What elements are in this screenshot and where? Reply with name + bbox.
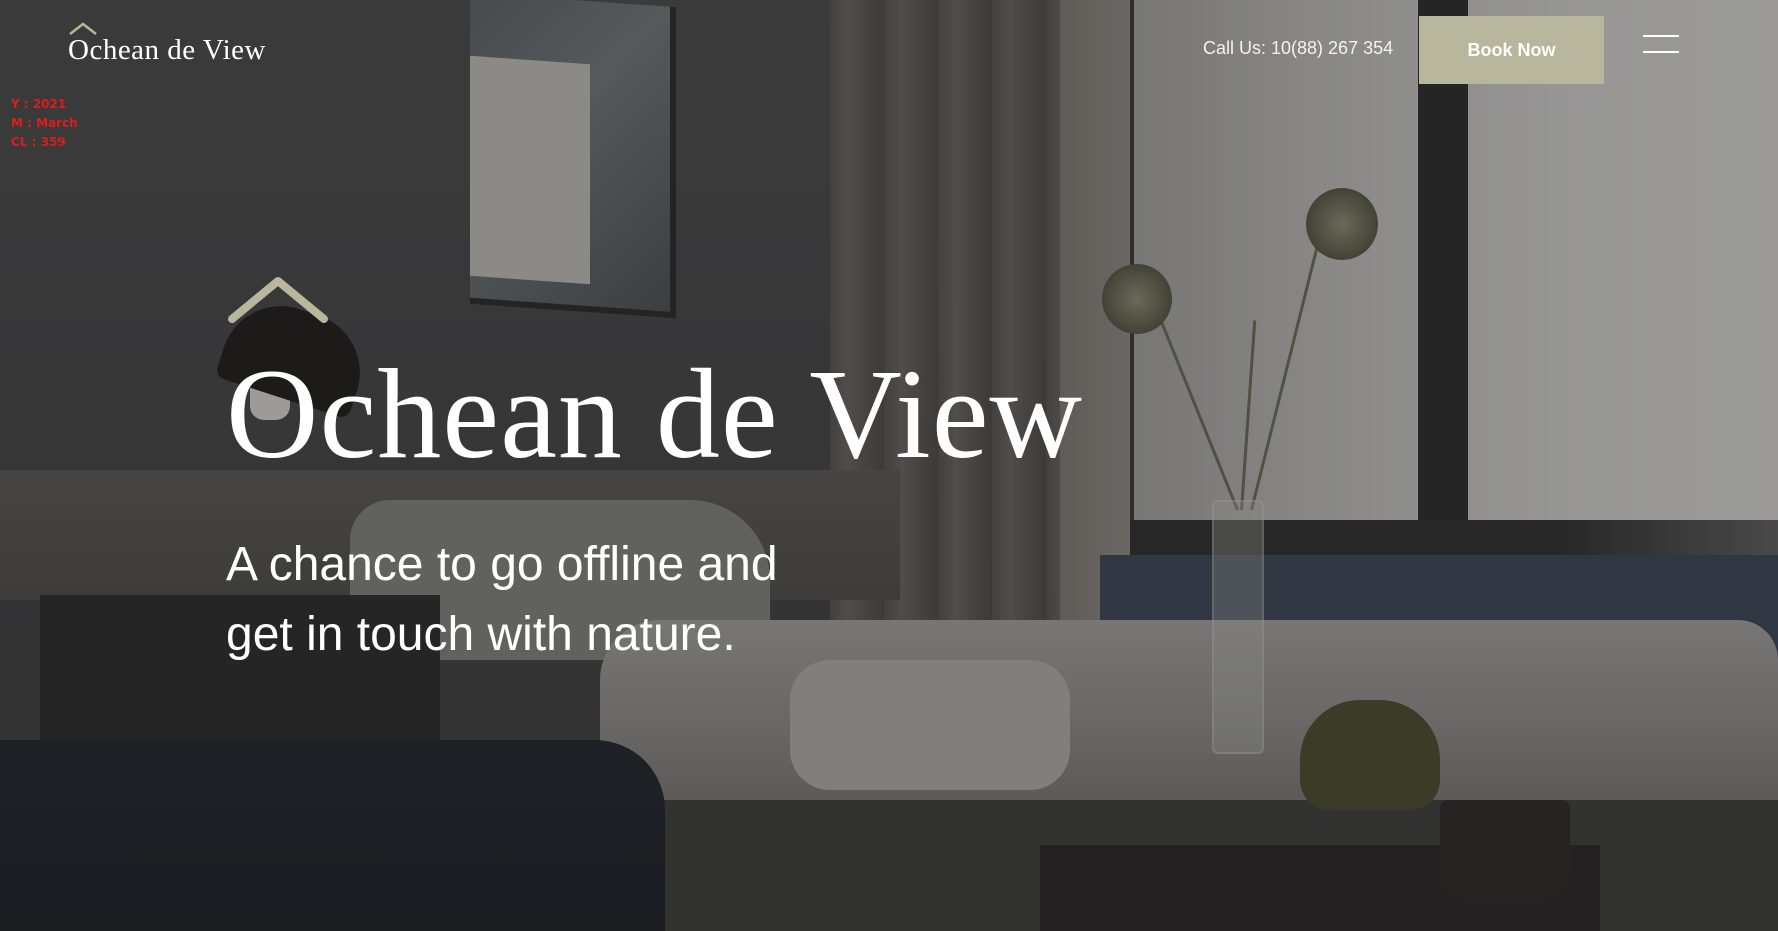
site-logo[interactable]: Ochean de View [68,20,266,67]
hero-section: Ochean de View Y : 2021 M : March CL : 3… [0,0,1778,931]
roof-chevron-icon [228,277,328,323]
phone-link[interactable]: Call Us: 10(88) 267 354 [1203,38,1393,59]
hero-title: Ochean de View [226,343,1083,485]
stamp-month: M : March [11,116,78,130]
site-logo-text: Ochean de View [68,34,266,66]
book-now-button[interactable]: Book Now [1419,16,1604,84]
stamp-year: Y : 2021 [11,97,67,111]
hero-subtitle-line-1: A chance to go offline and [226,538,778,591]
date-stamp: Y : 2021 M : March CL : 359 [11,95,78,152]
stamp-cl: CL : 359 [11,135,66,149]
hero-subtitle: A chance to go offline and get in touch … [226,530,778,670]
hero-subtitle-line-2: get in touch with nature. [226,608,736,661]
hamburger-menu-icon[interactable] [1643,35,1679,59]
